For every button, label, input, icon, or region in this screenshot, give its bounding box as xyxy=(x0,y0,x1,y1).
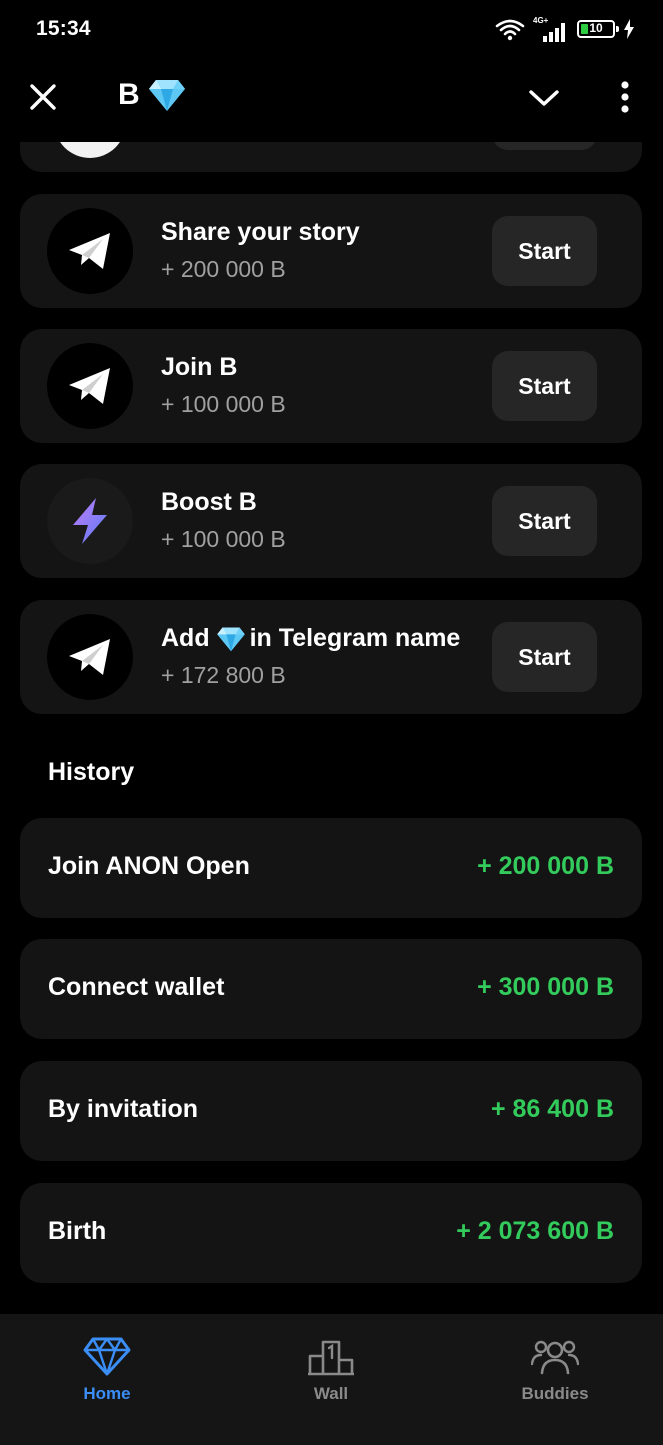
battery-icon: 10 xyxy=(577,20,619,38)
history-amount: + 2 073 600 B xyxy=(456,1217,614,1245)
history-label: By invitation xyxy=(48,1095,199,1123)
status-bar: 15:34 4G+ 10 xyxy=(0,0,663,58)
history-amount: + 300 000 B xyxy=(477,973,614,1001)
nav-wall[interactable]: Wall xyxy=(251,1314,411,1445)
task-card: Share your story + 200 000 B Start xyxy=(20,194,642,308)
app-title: B xyxy=(118,78,186,112)
diamond-icon xyxy=(83,1337,131,1376)
status-icons: 4G+ 10 xyxy=(495,16,635,42)
chevron-down-icon[interactable] xyxy=(528,88,560,108)
task-card: Add in Telegram name + 172 800 B Start xyxy=(20,600,642,714)
tasks-scroll-area[interactable]: Share your story + 200 000 B Start Join … xyxy=(0,142,663,1314)
telegram-icon xyxy=(47,343,133,429)
charging-icon xyxy=(624,19,634,39)
task-reward: + 100 000 B xyxy=(161,526,286,552)
task-icon-partial xyxy=(54,142,126,158)
nav-home[interactable]: Home xyxy=(27,1314,187,1445)
people-icon xyxy=(531,1340,579,1375)
task-reward: + 172 800 B xyxy=(161,662,286,688)
nav-buddies[interactable]: Buddies xyxy=(475,1314,635,1445)
diamond-icon xyxy=(148,80,185,111)
battery-level: 10 xyxy=(589,21,603,35)
telegram-icon xyxy=(47,208,133,294)
lightning-icon xyxy=(47,478,133,564)
history-label: Connect wallet xyxy=(48,973,225,1001)
task-card: Boost B + 100 000 B Start xyxy=(20,464,642,578)
task-card: Join B + 100 000 B Start xyxy=(20,329,642,443)
diamond-icon xyxy=(216,627,245,651)
task-title: Share your story xyxy=(161,218,360,246)
history-item: Connect wallet + 300 000 B xyxy=(20,939,642,1039)
start-button-partial[interactable] xyxy=(492,142,597,150)
task-reward: + 200 000 B xyxy=(161,256,286,282)
history-amount: + 200 000 B xyxy=(477,852,614,880)
task-card-partial xyxy=(20,142,642,172)
cellular-signal-icon: 4G+ xyxy=(533,16,569,42)
close-icon[interactable] xyxy=(28,82,58,112)
start-button[interactable]: Start xyxy=(492,216,597,286)
app-header: B xyxy=(0,58,663,142)
history-amount: + 86 400 B xyxy=(490,1095,614,1123)
status-time: 15:34 xyxy=(36,17,91,40)
history-heading: History xyxy=(48,758,135,786)
task-title: Boost B xyxy=(161,488,257,516)
history-item: Join ANON Open + 200 000 B xyxy=(20,818,642,918)
history-label: Join ANON Open xyxy=(48,852,250,880)
nav-label: Home xyxy=(83,1384,131,1403)
task-reward: + 100 000 B xyxy=(161,391,286,417)
history-item: By invitation + 86 400 B xyxy=(20,1061,642,1161)
more-options-icon[interactable] xyxy=(617,80,633,114)
telegram-icon xyxy=(47,614,133,700)
history-item: Birth + 2 073 600 B xyxy=(20,1183,642,1283)
podium-icon xyxy=(308,1340,354,1376)
nav-label: Wall xyxy=(313,1384,349,1403)
wifi-icon xyxy=(495,19,525,41)
bottom-navigation: Home Wall Buddies xyxy=(0,1314,663,1445)
nav-label: Buddies xyxy=(521,1384,589,1403)
app-title-text: B xyxy=(118,78,140,111)
start-button[interactable]: Start xyxy=(492,622,597,692)
start-button[interactable]: Start xyxy=(492,486,597,556)
task-title: Join B xyxy=(161,353,238,381)
history-label: Birth xyxy=(48,1217,107,1245)
task-title: Add in Telegram name xyxy=(161,624,461,652)
start-button[interactable]: Start xyxy=(492,351,597,421)
